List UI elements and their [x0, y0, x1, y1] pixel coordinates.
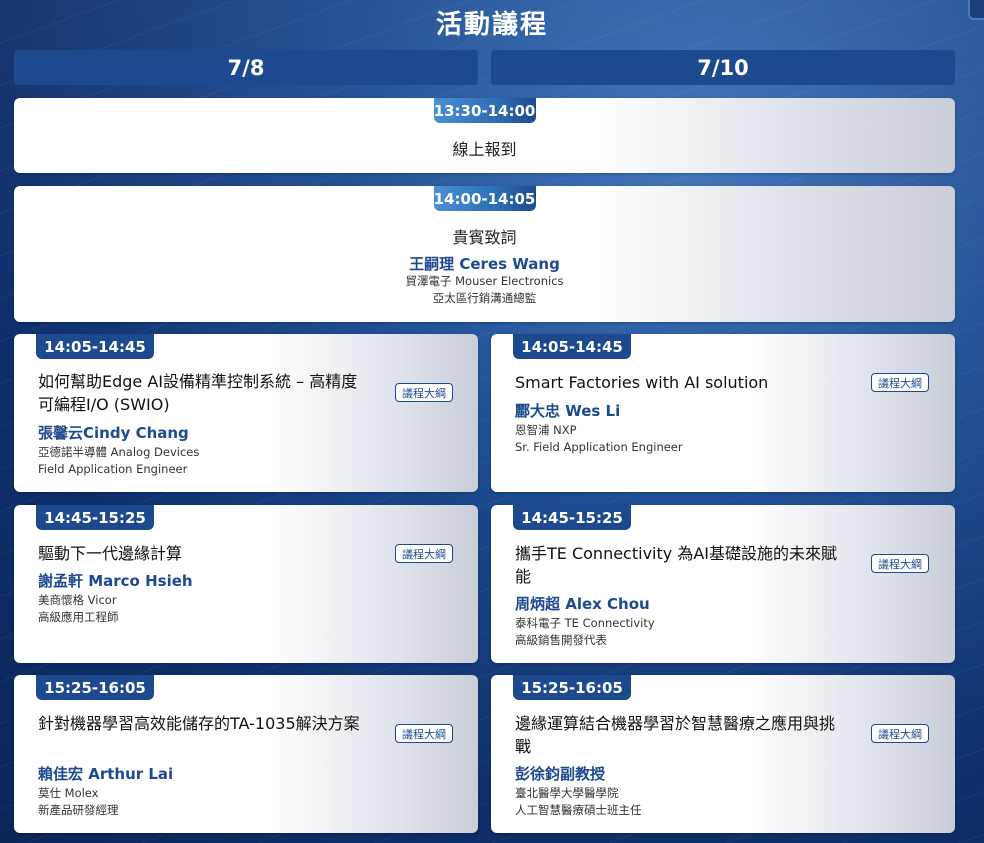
session-card: 15:25-16:05 針對機器學習高效能儲存的TA-1035解決方案 議程大綱…	[14, 675, 478, 833]
speaker-info: 賴佳宏 Arthur Lai 莫仕 Molex 新產品研發經理	[38, 763, 173, 819]
time-badge: 14:45-15:25	[513, 505, 631, 530]
speaker-company: 亞德諾半導體 Analog Devices	[38, 445, 200, 459]
session-card: 14:45-15:25 攜手TE Connectivity 為AI基礎設施的未來…	[491, 505, 955, 663]
speaker-company: 美商懷格 Vicor	[38, 593, 117, 607]
speaker-company: 恩智浦 NXP	[515, 423, 577, 437]
time-badge: 14:05-14:45	[513, 334, 631, 359]
speaker-name: 謝孟軒 Marco Hsieh	[38, 572, 193, 590]
session-title: 針對機器學習高效能儲存的TA-1035解決方案	[38, 714, 360, 733]
session-title: Smart Factories with AI solution	[515, 373, 769, 392]
speaker-info: 謝孟軒 Marco Hsieh 美商懷格 Vicor 高級應用工程師	[38, 570, 193, 626]
time-badge: 15:25-16:05	[513, 675, 631, 700]
session-card-welcome: 14:00-14:05 貴賓致詞 王嗣理 Ceres Wang 貿澤電子 Mou…	[14, 186, 955, 322]
session-title: 如何幫助Edge AI設備精準控制系統 – 高精度可編程I/O (SWIO)	[38, 372, 358, 414]
outline-button[interactable]: 議程大綱	[871, 373, 929, 392]
page-title: 活動議程	[435, 10, 548, 40]
speaker-info: 彭徐鈞副教授 臺北醫學大學醫學院 人工智慧醫療碩士班主任	[515, 763, 642, 819]
speaker-name: 賴佳宏 Arthur Lai	[38, 765, 174, 783]
time-badge: 14:05-14:45	[36, 334, 154, 359]
session-title: 貴賓致詞	[452, 228, 517, 247]
speaker-role: 人工智慧醫療碩士班主任	[515, 803, 642, 817]
speaker-role: 高級銷售開發代表	[515, 633, 607, 647]
speaker-role: 亞太區行銷溝通總監	[432, 291, 537, 305]
time-badge: 15:25-16:05	[36, 675, 154, 700]
session-title: 驅動下一代邊緣計算	[38, 544, 183, 563]
session-title: 線上報到	[452, 140, 517, 159]
session-card: 14:05-14:45 Smart Factories with AI solu…	[491, 334, 955, 492]
speaker-name: 王嗣理 Ceres Wang	[409, 255, 560, 273]
session-card: 15:25-16:05 邊緣運算結合機器學習於智慧醫療之應用與挑戰 議程大綱 彭…	[491, 675, 955, 833]
speaker-role: Field Application Engineer	[38, 462, 188, 476]
speaker-company: 貿澤電子 Mouser Electronics	[405, 274, 564, 288]
session-card: 14:05-14:45 如何幫助Edge AI設備精準控制系統 – 高精度可編程…	[14, 334, 478, 492]
outline-button[interactable]: 議程大綱	[395, 724, 453, 743]
session-card-checkin: 13:30-14:00 線上報到	[14, 98, 955, 173]
session-title: 邊緣運算結合機器學習於智慧醫療之應用與挑戰	[515, 714, 836, 756]
speaker-name: 酈大忠 Wes Li	[515, 402, 621, 420]
outline-button[interactable]: 議程大綱	[871, 554, 929, 573]
session-title: 攜手TE Connectivity 為AI基礎設施的未來賦能	[515, 544, 837, 586]
speaker-role: Sr. Field Application Engineer	[515, 440, 683, 454]
speaker-name: 周炳超 Alex Chou	[515, 595, 650, 613]
speaker-company: 莫仕 Molex	[38, 786, 99, 800]
time-badge: 14:45-15:25	[36, 505, 154, 530]
tab-day-2[interactable]: 7/10	[491, 50, 955, 85]
outline-button[interactable]: 議程大綱	[395, 383, 453, 402]
outline-button[interactable]: 議程大綱	[395, 544, 453, 563]
outline-button[interactable]: 議程大綱	[871, 724, 929, 743]
speaker-company: 泰科電子 TE Connectivity	[515, 616, 655, 630]
speaker-info: 周炳超 Alex Chou 泰科電子 TE Connectivity 高級銷售開…	[515, 593, 655, 649]
speaker-role: 高級應用工程師	[38, 610, 119, 624]
tab-day-1[interactable]: 7/8	[14, 50, 478, 85]
session-card: 14:45-15:25 驅動下一代邊緣計算 議程大綱 謝孟軒 Marco Hsi…	[14, 505, 478, 663]
speaker-role: 新產品研發經理	[38, 803, 119, 817]
time-badge: 13:30-14:00	[433, 98, 536, 123]
time-badge: 14:00-14:05	[433, 186, 536, 211]
speaker-name: 彭徐鈞副教授	[515, 765, 606, 783]
speaker-info: 酈大忠 Wes Li 恩智浦 NXP Sr. Field Application…	[515, 400, 683, 456]
speaker-company: 臺北醫學大學醫學院	[515, 786, 619, 800]
speaker-info: 張馨云Cindy Chang 亞德諾半導體 Analog Devices Fie…	[38, 422, 199, 478]
speaker-name: 張馨云Cindy Chang	[38, 424, 189, 442]
